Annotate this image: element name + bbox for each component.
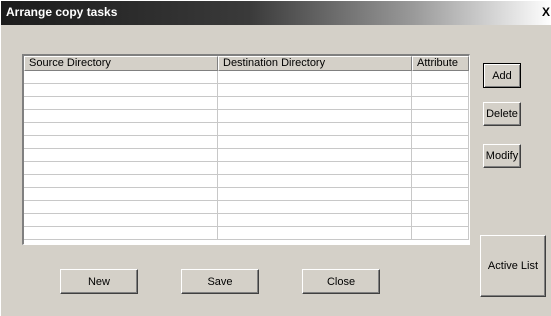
table-row[interactable] — [24, 136, 469, 149]
save-button[interactable]: Save — [181, 269, 259, 294]
table-cell[interactable] — [218, 162, 412, 174]
table-cell[interactable] — [24, 97, 218, 109]
table-cell[interactable] — [218, 110, 412, 122]
table-row[interactable] — [24, 227, 469, 240]
window-title: Arrange copy tasks — [6, 5, 118, 19]
table-cell[interactable] — [412, 149, 469, 161]
table-cell[interactable] — [218, 227, 412, 239]
table-cell[interactable] — [412, 227, 469, 239]
table-cell[interactable] — [218, 188, 412, 200]
new-button[interactable]: New — [60, 269, 138, 294]
table-row[interactable] — [24, 214, 469, 227]
table-row[interactable] — [24, 201, 469, 214]
table-cell[interactable] — [218, 214, 412, 226]
table-cell[interactable] — [24, 71, 218, 83]
table-row[interactable] — [24, 123, 469, 136]
table-cell[interactable] — [218, 149, 412, 161]
table-body — [24, 71, 469, 240]
close-button[interactable]: Close — [302, 269, 380, 294]
table-cell[interactable] — [218, 84, 412, 96]
table-row[interactable] — [24, 110, 469, 123]
table-cell[interactable] — [24, 175, 218, 187]
table-row[interactable] — [24, 175, 469, 188]
active-list-button[interactable]: Active List — [480, 235, 546, 297]
close-icon[interactable]: X — [542, 6, 550, 18]
table-cell[interactable] — [412, 84, 469, 96]
table-cell[interactable] — [412, 214, 469, 226]
arrange-copy-tasks-window: Arrange copy tasks X Source Directory De… — [0, 0, 551, 316]
table-row[interactable] — [24, 162, 469, 175]
table-cell[interactable] — [218, 71, 412, 83]
table-row[interactable] — [24, 149, 469, 162]
table-cell[interactable] — [218, 136, 412, 148]
table-cell[interactable] — [412, 110, 469, 122]
table-cell[interactable] — [412, 123, 469, 135]
table-row[interactable] — [24, 188, 469, 201]
table-cell[interactable] — [412, 162, 469, 174]
table-cell[interactable] — [412, 136, 469, 148]
table-cell[interactable] — [412, 188, 469, 200]
add-button[interactable]: Add — [483, 63, 521, 88]
title-bar[interactable]: Arrange copy tasks X — [1, 1, 551, 25]
table-row[interactable] — [24, 84, 469, 97]
table-cell[interactable] — [412, 175, 469, 187]
table-row[interactable] — [24, 97, 469, 110]
table-cell[interactable] — [24, 110, 218, 122]
table-cell[interactable] — [218, 123, 412, 135]
table-cell[interactable] — [24, 162, 218, 174]
column-header-destination-directory[interactable]: Destination Directory — [218, 56, 412, 71]
column-header-attribute[interactable]: Attribute — [412, 56, 469, 71]
table-cell[interactable] — [412, 97, 469, 109]
delete-button[interactable]: Delete — [483, 102, 521, 126]
table-cell[interactable] — [24, 227, 218, 239]
table-cell[interactable] — [24, 84, 218, 96]
table-cell[interactable] — [24, 214, 218, 226]
table-cell[interactable] — [412, 201, 469, 213]
table-cell[interactable] — [24, 123, 218, 135]
table-cell[interactable] — [24, 188, 218, 200]
table-cell[interactable] — [218, 201, 412, 213]
column-header-source-directory[interactable]: Source Directory — [24, 56, 218, 71]
table-cell[interactable] — [24, 201, 218, 213]
copy-tasks-table[interactable]: Source Directory Destination Directory A… — [22, 54, 470, 245]
table-cell[interactable] — [24, 136, 218, 148]
table-cell[interactable] — [24, 149, 218, 161]
modify-button[interactable]: Modify — [483, 144, 521, 168]
table-cell[interactable] — [218, 175, 412, 187]
table-cell[interactable] — [412, 71, 469, 83]
table-cell[interactable] — [218, 97, 412, 109]
table-row[interactable] — [24, 71, 469, 84]
table-header: Source Directory Destination Directory A… — [24, 56, 469, 71]
